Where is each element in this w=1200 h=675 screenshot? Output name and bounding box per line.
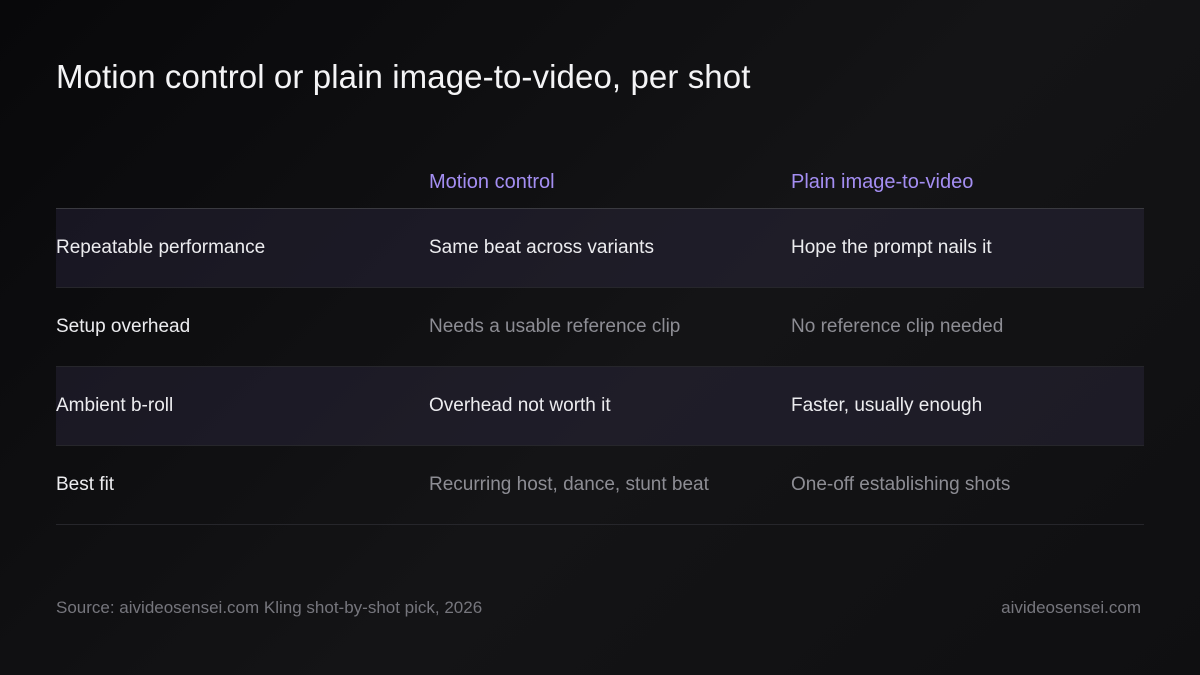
table-header-row: Motion control Plain image-to-video [56, 156, 1144, 209]
table-row: Setup overhead Needs a usable reference … [56, 288, 1144, 367]
plain-image-to-video-cell: No reference clip needed [791, 316, 1004, 337]
row-label: Best fit [56, 474, 115, 495]
motion-control-cell: Needs a usable reference clip [429, 316, 681, 337]
plain-image-to-video-cell: Hope the prompt nails it [791, 237, 992, 258]
row-label: Setup overhead [56, 316, 191, 337]
table-row: Best fit Recurring host, dance, stunt be… [56, 446, 1144, 525]
comparison-table: Motion control Plain image-to-video Repe… [56, 156, 1144, 525]
row-label: Repeatable performance [56, 237, 266, 258]
table-row: Ambient b-roll Overhead not worth it Fas… [56, 367, 1144, 446]
header-plain-image-to-video: Plain image-to-video [791, 171, 974, 193]
source-note: Source: aivideosensei.com Kling shot-by-… [56, 598, 483, 617]
motion-control-cell: Recurring host, dance, stunt beat [429, 474, 709, 495]
page-title: Motion control or plain image-to-video, … [56, 58, 751, 95]
plain-image-to-video-cell: One-off establishing shots [791, 474, 1011, 495]
motion-control-cell: Same beat across variants [429, 237, 654, 258]
motion-control-cell: Overhead not worth it [429, 395, 611, 416]
brand-link[interactable]: aivideosensei.com [1001, 598, 1141, 618]
row-label: Ambient b-roll [56, 395, 174, 416]
header-motion-control: Motion control [429, 171, 555, 193]
plain-image-to-video-cell: Faster, usually enough [791, 395, 983, 416]
table-row: Repeatable performance Same beat across … [56, 209, 1144, 288]
